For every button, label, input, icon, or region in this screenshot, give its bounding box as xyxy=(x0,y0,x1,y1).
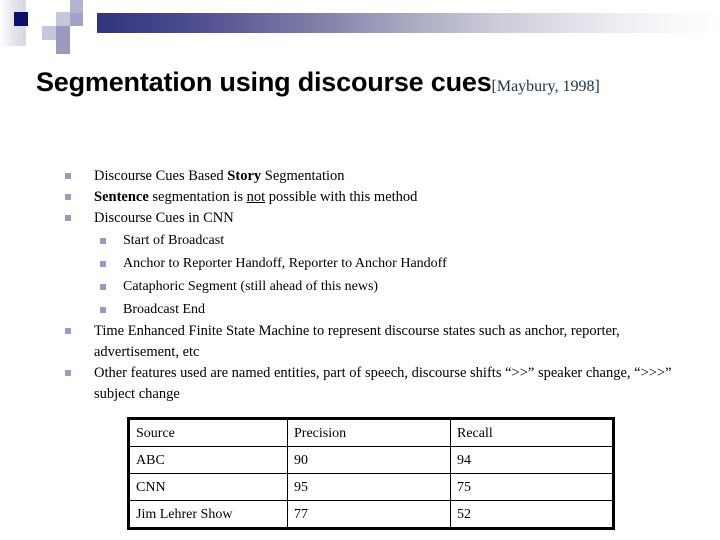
text-run: Broadcast End xyxy=(123,302,206,317)
table-row: CNN 95 75 xyxy=(128,473,614,501)
lavender-square-a xyxy=(56,12,70,26)
text-run: possible with this method xyxy=(265,189,418,205)
text-run: not xyxy=(246,189,266,205)
slide-body-outline: Discourse Cues Based Story Segmentation S… xyxy=(0,166,700,405)
text-run: segmentation is xyxy=(148,189,247,205)
bullet-square-icon xyxy=(65,173,71,179)
subbullet-square-icon xyxy=(100,284,106,290)
title-citation: [Maybury, 1998] xyxy=(491,78,600,95)
subbullet-anchor-reporter-handoff: Anchor to Reporter Handoff, Reporter to … xyxy=(0,252,700,275)
text-run: Other features used are named entities, … xyxy=(94,365,672,402)
bullet-square-icon xyxy=(65,328,71,334)
results-table: Source Precision Recall ABC 90 94 CNN 95 75 Jim … xyxy=(127,417,615,530)
outline-item-text: Time Enhanced Finite State Machine to re… xyxy=(94,323,620,360)
lavender-square-b xyxy=(70,0,83,13)
outline-item-text: Other features used are named entities, … xyxy=(94,365,672,402)
subbullet-square-icon xyxy=(100,238,106,244)
text-run: Discourse Cues in CNN xyxy=(94,210,234,226)
outline-item-text: Discourse Cues in CNN xyxy=(94,210,234,226)
table-cell: 94 xyxy=(450,446,614,474)
table-row: ABC 90 94 xyxy=(128,446,614,474)
outline-item-text: Sentence segmentation is not possible wi… xyxy=(94,189,417,205)
text-run: Time Enhanced Finite State Machine to re… xyxy=(94,323,620,360)
table-row: Jim Lehrer Show 77 52 xyxy=(128,500,614,529)
table-cell: CNN xyxy=(128,473,288,501)
text-run: Segmentation xyxy=(261,168,345,184)
slide-title-block: Segmentation using discourse cues[Maybur… xyxy=(36,64,696,102)
page-title: Segmentation using discourse cues xyxy=(36,67,492,97)
slide-header-decoration xyxy=(0,0,720,54)
table-header-row: Source Precision Recall xyxy=(128,418,614,447)
text-run: Anchor to Reporter Handoff, Reporter to … xyxy=(123,256,447,271)
dark-navy-square xyxy=(14,12,28,26)
text-run: Start of Broadcast xyxy=(123,233,225,248)
bullet-square-icon xyxy=(65,215,71,221)
bullet-square-icon xyxy=(65,370,71,376)
gradient-bar xyxy=(97,13,720,33)
lavender-square-f xyxy=(56,40,70,54)
table-body: ABC 90 94 CNN 95 75 Jim Lehrer Show 77 52 xyxy=(128,446,614,529)
table-column-header: Recall xyxy=(450,418,614,447)
table-cell: 95 xyxy=(287,473,451,501)
table-column-header: Precision xyxy=(287,418,451,447)
text-run: Story xyxy=(227,168,262,184)
outline-item-text: Discourse Cues Based Story Segmentation xyxy=(94,168,345,184)
subbullet-square-icon xyxy=(100,261,106,267)
subbullet-broadcast-end: Broadcast End xyxy=(0,298,700,321)
table-cell: 90 xyxy=(287,446,451,474)
table-cell: ABC xyxy=(128,446,288,474)
table-header: Source Precision Recall xyxy=(128,418,614,447)
outline-item-text: Cataphoric Segment (still ahead of this … xyxy=(123,279,378,294)
lavender-square-d xyxy=(42,26,56,40)
table-cell: 77 xyxy=(287,500,451,529)
table-cell: 52 xyxy=(450,500,614,529)
subbullet-square-icon xyxy=(100,307,106,313)
bullet-other-features: Other features used are named entities, … xyxy=(0,363,700,405)
lavender-square-e xyxy=(56,26,70,40)
subbullet-start-of-broadcast: Start of Broadcast xyxy=(0,229,700,252)
bullet-square-icon xyxy=(65,194,71,200)
outline-item-text: Broadcast End xyxy=(123,302,205,317)
outline-item-text: Start of Broadcast xyxy=(123,233,224,248)
table-cell: 75 xyxy=(450,473,614,501)
table-cell: Jim Lehrer Show xyxy=(128,500,288,529)
bullet-discourse-cues-cnn: Discourse Cues in CNN xyxy=(0,208,700,229)
bullet-sentence-segmentation: Sentence segmentation is not possible wi… xyxy=(0,187,700,208)
lavender-square-c xyxy=(70,13,83,26)
bullet-time-enhanced-fsm: Time Enhanced Finite State Machine to re… xyxy=(0,321,700,363)
bullet-story-segmentation: Discourse Cues Based Story Segmentation xyxy=(0,166,700,187)
table-column-header: Source xyxy=(128,418,288,447)
text-run: Cataphoric Segment (still ahead of this … xyxy=(123,279,379,294)
text-run: Discourse Cues Based xyxy=(94,168,228,184)
text-run: Sentence xyxy=(94,189,149,205)
subbullet-cataphoric-segment: Cataphoric Segment (still ahead of this … xyxy=(0,275,700,298)
outline-item-text: Anchor to Reporter Handoff, Reporter to … xyxy=(123,256,447,271)
